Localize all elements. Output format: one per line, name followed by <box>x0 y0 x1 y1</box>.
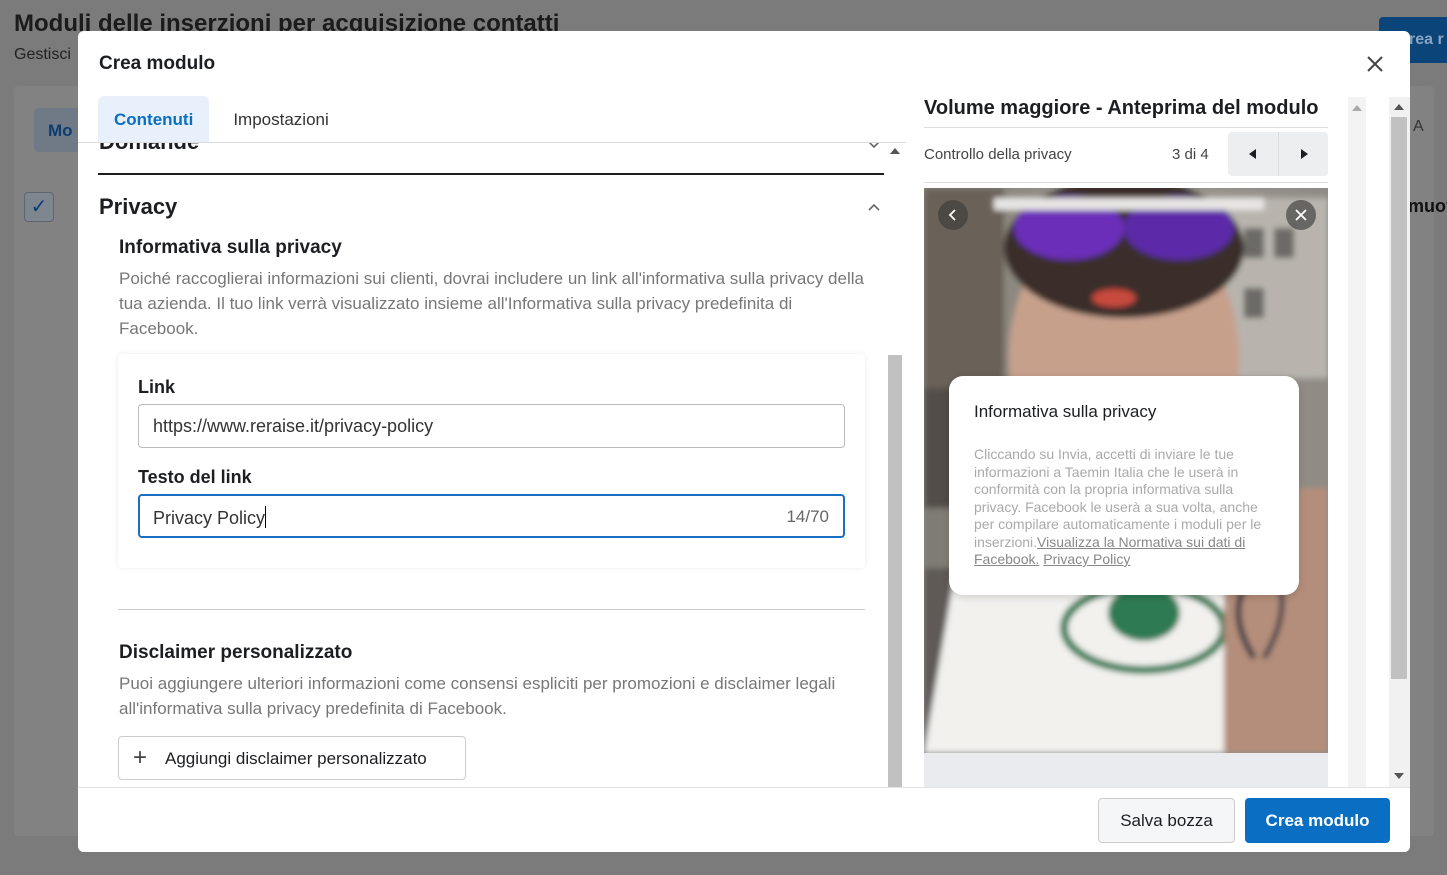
scroll-up-arrow[interactable] <box>890 148 900 154</box>
background-right-text: A <box>1413 118 1424 135</box>
chevron-up-icon[interactable] <box>866 199 882 215</box>
privacy-policy-heading: Informativa sulla privacy <box>119 237 342 258</box>
modal-tabs: Contenuti Impostazioni <box>98 96 345 142</box>
photo-close-icon <box>1295 209 1307 221</box>
text-caret <box>265 506 267 528</box>
preview-title: Volume maggiore - Anteprima del modulo <box>924 97 1319 119</box>
triangle-left-icon <box>1249 149 1256 159</box>
link-text-input[interactable]: Privacy Policy 14/70 <box>138 494 845 538</box>
left-scrollbar[interactable] <box>886 142 904 787</box>
phone-preview-footer <box>924 753 1328 787</box>
scroll-up-arrow[interactable] <box>1394 104 1404 110</box>
tab-contenuti[interactable]: Contenuti <box>98 96 210 142</box>
privacy-policy-description: Poiché raccoglierai informazioni sui cli… <box>119 269 864 338</box>
triangle-right-icon <box>1301 149 1308 159</box>
modal-footer: Salva bozza Crea modulo <box>78 787 1410 852</box>
chevron-down-icon[interactable] <box>866 142 882 153</box>
background-page-subtitle: Gestisci <box>14 46 71 63</box>
privacy-preview-text: Cliccando su Invia, accetti di inviare l… <box>974 446 1274 569</box>
modal-title: Crea modulo <box>99 53 216 74</box>
create-form-modal: Crea modulo Contenuti Impostazioni Doman… <box>78 31 1410 852</box>
section-title-domande: Domande <box>99 143 199 155</box>
scrollbar-thumb[interactable] <box>888 355 902 787</box>
link-url-input[interactable]: https://www.reraise.it/privacy-policy <box>138 404 845 448</box>
scroll-down-arrow[interactable] <box>1394 773 1404 779</box>
privacy-policy-link[interactable]: Privacy Policy <box>1043 551 1130 567</box>
section-divider-light <box>118 609 865 610</box>
scroll-up-arrow[interactable] <box>1352 105 1362 111</box>
close-icon <box>1367 56 1383 72</box>
preview-back-button[interactable] <box>938 200 968 230</box>
link-text-label: Testo del link <box>138 467 252 487</box>
custom-disclaimer-description: Puoi aggiungere ulteriori informazioni c… <box>119 674 836 718</box>
background-right-text-2: muov <box>1408 196 1447 216</box>
privacy-preview-card: Informativa sulla privacy Cliccando su I… <box>949 376 1299 595</box>
close-button[interactable] <box>1360 49 1390 79</box>
form-content-panel: Domande Privacy Informativa sulla privac… <box>78 142 906 787</box>
background-checkbox: ✓ <box>24 192 54 222</box>
preview-step-count: 3 di 4 <box>1172 146 1209 163</box>
phone-preview: Informativa sulla privacy Cliccando su I… <box>924 188 1328 753</box>
preview-divider <box>924 182 1328 183</box>
plus-icon: + <box>133 744 148 771</box>
preview-divider <box>924 127 1328 128</box>
add-custom-disclaimer-label: Aggiungi disclaimer personalizzato <box>165 749 427 768</box>
preview-previous-button[interactable] <box>1228 132 1278 176</box>
modal-header: Crea modulo <box>78 31 1410 95</box>
link-label: Link <box>138 377 176 397</box>
add-custom-disclaimer-button[interactable]: + Aggiungi disclaimer personalizzato <box>118 736 466 780</box>
section-divider <box>98 173 884 175</box>
scrollbar-thumb[interactable] <box>1391 117 1407 679</box>
preview-close-button[interactable] <box>1286 200 1316 230</box>
link-text-value: Privacy Policy <box>153 508 266 528</box>
privacy-link-card: Link https://www.reraise.it/privacy-poli… <box>118 354 865 568</box>
back-arrow-icon <box>948 209 956 221</box>
create-form-button[interactable]: Crea modulo <box>1245 798 1390 843</box>
character-counter: 14/70 <box>786 507 829 526</box>
privacy-preview-title: Informativa sulla privacy <box>974 402 1157 421</box>
link-url-value: https://www.reraise.it/privacy-policy <box>153 416 434 436</box>
save-draft-button[interactable]: Salva bozza <box>1098 798 1235 843</box>
section-title-privacy: Privacy <box>99 194 178 219</box>
preview-scrollbar[interactable] <box>1348 97 1366 787</box>
preview-pagination <box>1228 132 1328 176</box>
preview-step-label: Controllo della privacy <box>924 146 1072 163</box>
custom-disclaimer-heading: Disclaimer personalizzato <box>119 642 353 663</box>
preview-next-button[interactable] <box>1278 132 1328 176</box>
tab-impostazioni[interactable]: Impostazioni <box>217 96 344 142</box>
modal-scrollbar[interactable] <box>1389 97 1410 787</box>
